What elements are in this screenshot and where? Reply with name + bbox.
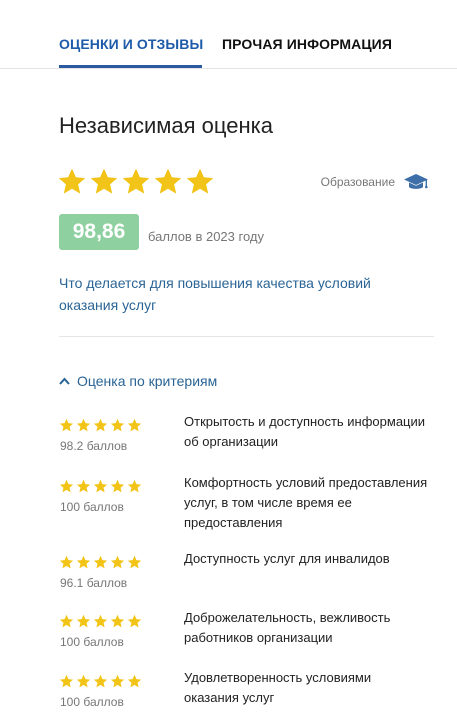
star-icon (127, 614, 142, 628)
star-icon (93, 479, 108, 493)
chevron-up-icon (59, 377, 70, 385)
star-icon (59, 674, 74, 688)
criteria-toggle-label: Оценка по критериям (77, 373, 218, 389)
criterion-text: Открытость и доступность информации об о… (184, 414, 426, 449)
criterion-points: 98.2 баллов (60, 439, 128, 453)
star-icon (76, 479, 91, 493)
star-icon (59, 555, 74, 569)
active-tab-indicator (59, 65, 202, 68)
star-icon (76, 555, 91, 569)
criterion-stars (59, 674, 142, 689)
star-icon (110, 418, 125, 432)
star-icon (93, 614, 108, 628)
criterion-stars (59, 555, 142, 570)
criterion-stars (59, 614, 142, 629)
category: Образование (321, 172, 429, 192)
star-icon (59, 614, 74, 628)
star-icon (76, 674, 91, 688)
star-icon (93, 674, 108, 688)
star-icon (110, 555, 125, 569)
star-icon (127, 479, 142, 493)
star-icon (93, 555, 108, 569)
divider (59, 336, 434, 337)
star-icon (122, 168, 150, 194)
star-icon (110, 674, 125, 688)
star-icon (59, 479, 74, 493)
category-label: Образование (320, 175, 395, 189)
star-icon (76, 418, 91, 432)
page-title: Независимая оценка (59, 113, 273, 138)
score-badge: 98,86 (59, 214, 139, 250)
criterion-points: 100 баллов (60, 500, 124, 514)
star-icon (127, 555, 142, 569)
graduation-cap-icon (403, 172, 429, 192)
criterion-text: Комфортность условий предоставления услу… (184, 475, 428, 530)
tab-ratings-reviews[interactable]: ОЦЕНКИ И ОТЗЫВЫ (59, 36, 203, 52)
criterion-text: Доброжелательность, вежливость работнико… (184, 610, 391, 645)
star-icon (110, 614, 125, 628)
criterion-stars (59, 479, 142, 494)
tab-other-info[interactable]: ПРОЧАЯ ИНФОРМАЦИЯ (222, 36, 392, 52)
star-icon (76, 614, 91, 628)
star-icon (58, 168, 86, 194)
criterion-points: 100 баллов (60, 695, 124, 709)
star-icon (90, 168, 118, 194)
quality-improvement-link[interactable]: Что делается для повышения качества усло… (59, 272, 409, 316)
criterion-stars (59, 418, 142, 433)
criterion-text: Удовлетворенность условиями оказания усл… (184, 670, 372, 705)
criterion-text: Доступность услуг для инвалидов (184, 551, 390, 566)
star-icon (127, 674, 142, 688)
criteria-toggle[interactable]: Оценка по критериям (59, 373, 217, 389)
criterion-points: 100 баллов (60, 635, 124, 649)
star-icon (59, 418, 74, 432)
tabs-bar: ОЦЕНКИ И ОТЗЫВЫ ПРОЧАЯ ИНФОРМАЦИЯ (0, 0, 457, 69)
star-icon (154, 168, 182, 194)
criterion-points: 96.1 баллов (60, 576, 128, 590)
score-caption: баллов в 2023 году (148, 229, 264, 244)
star-icon (110, 479, 125, 493)
overall-star-rating (57, 167, 215, 199)
star-icon (186, 168, 214, 194)
star-icon (127, 418, 142, 432)
star-icon (93, 418, 108, 432)
